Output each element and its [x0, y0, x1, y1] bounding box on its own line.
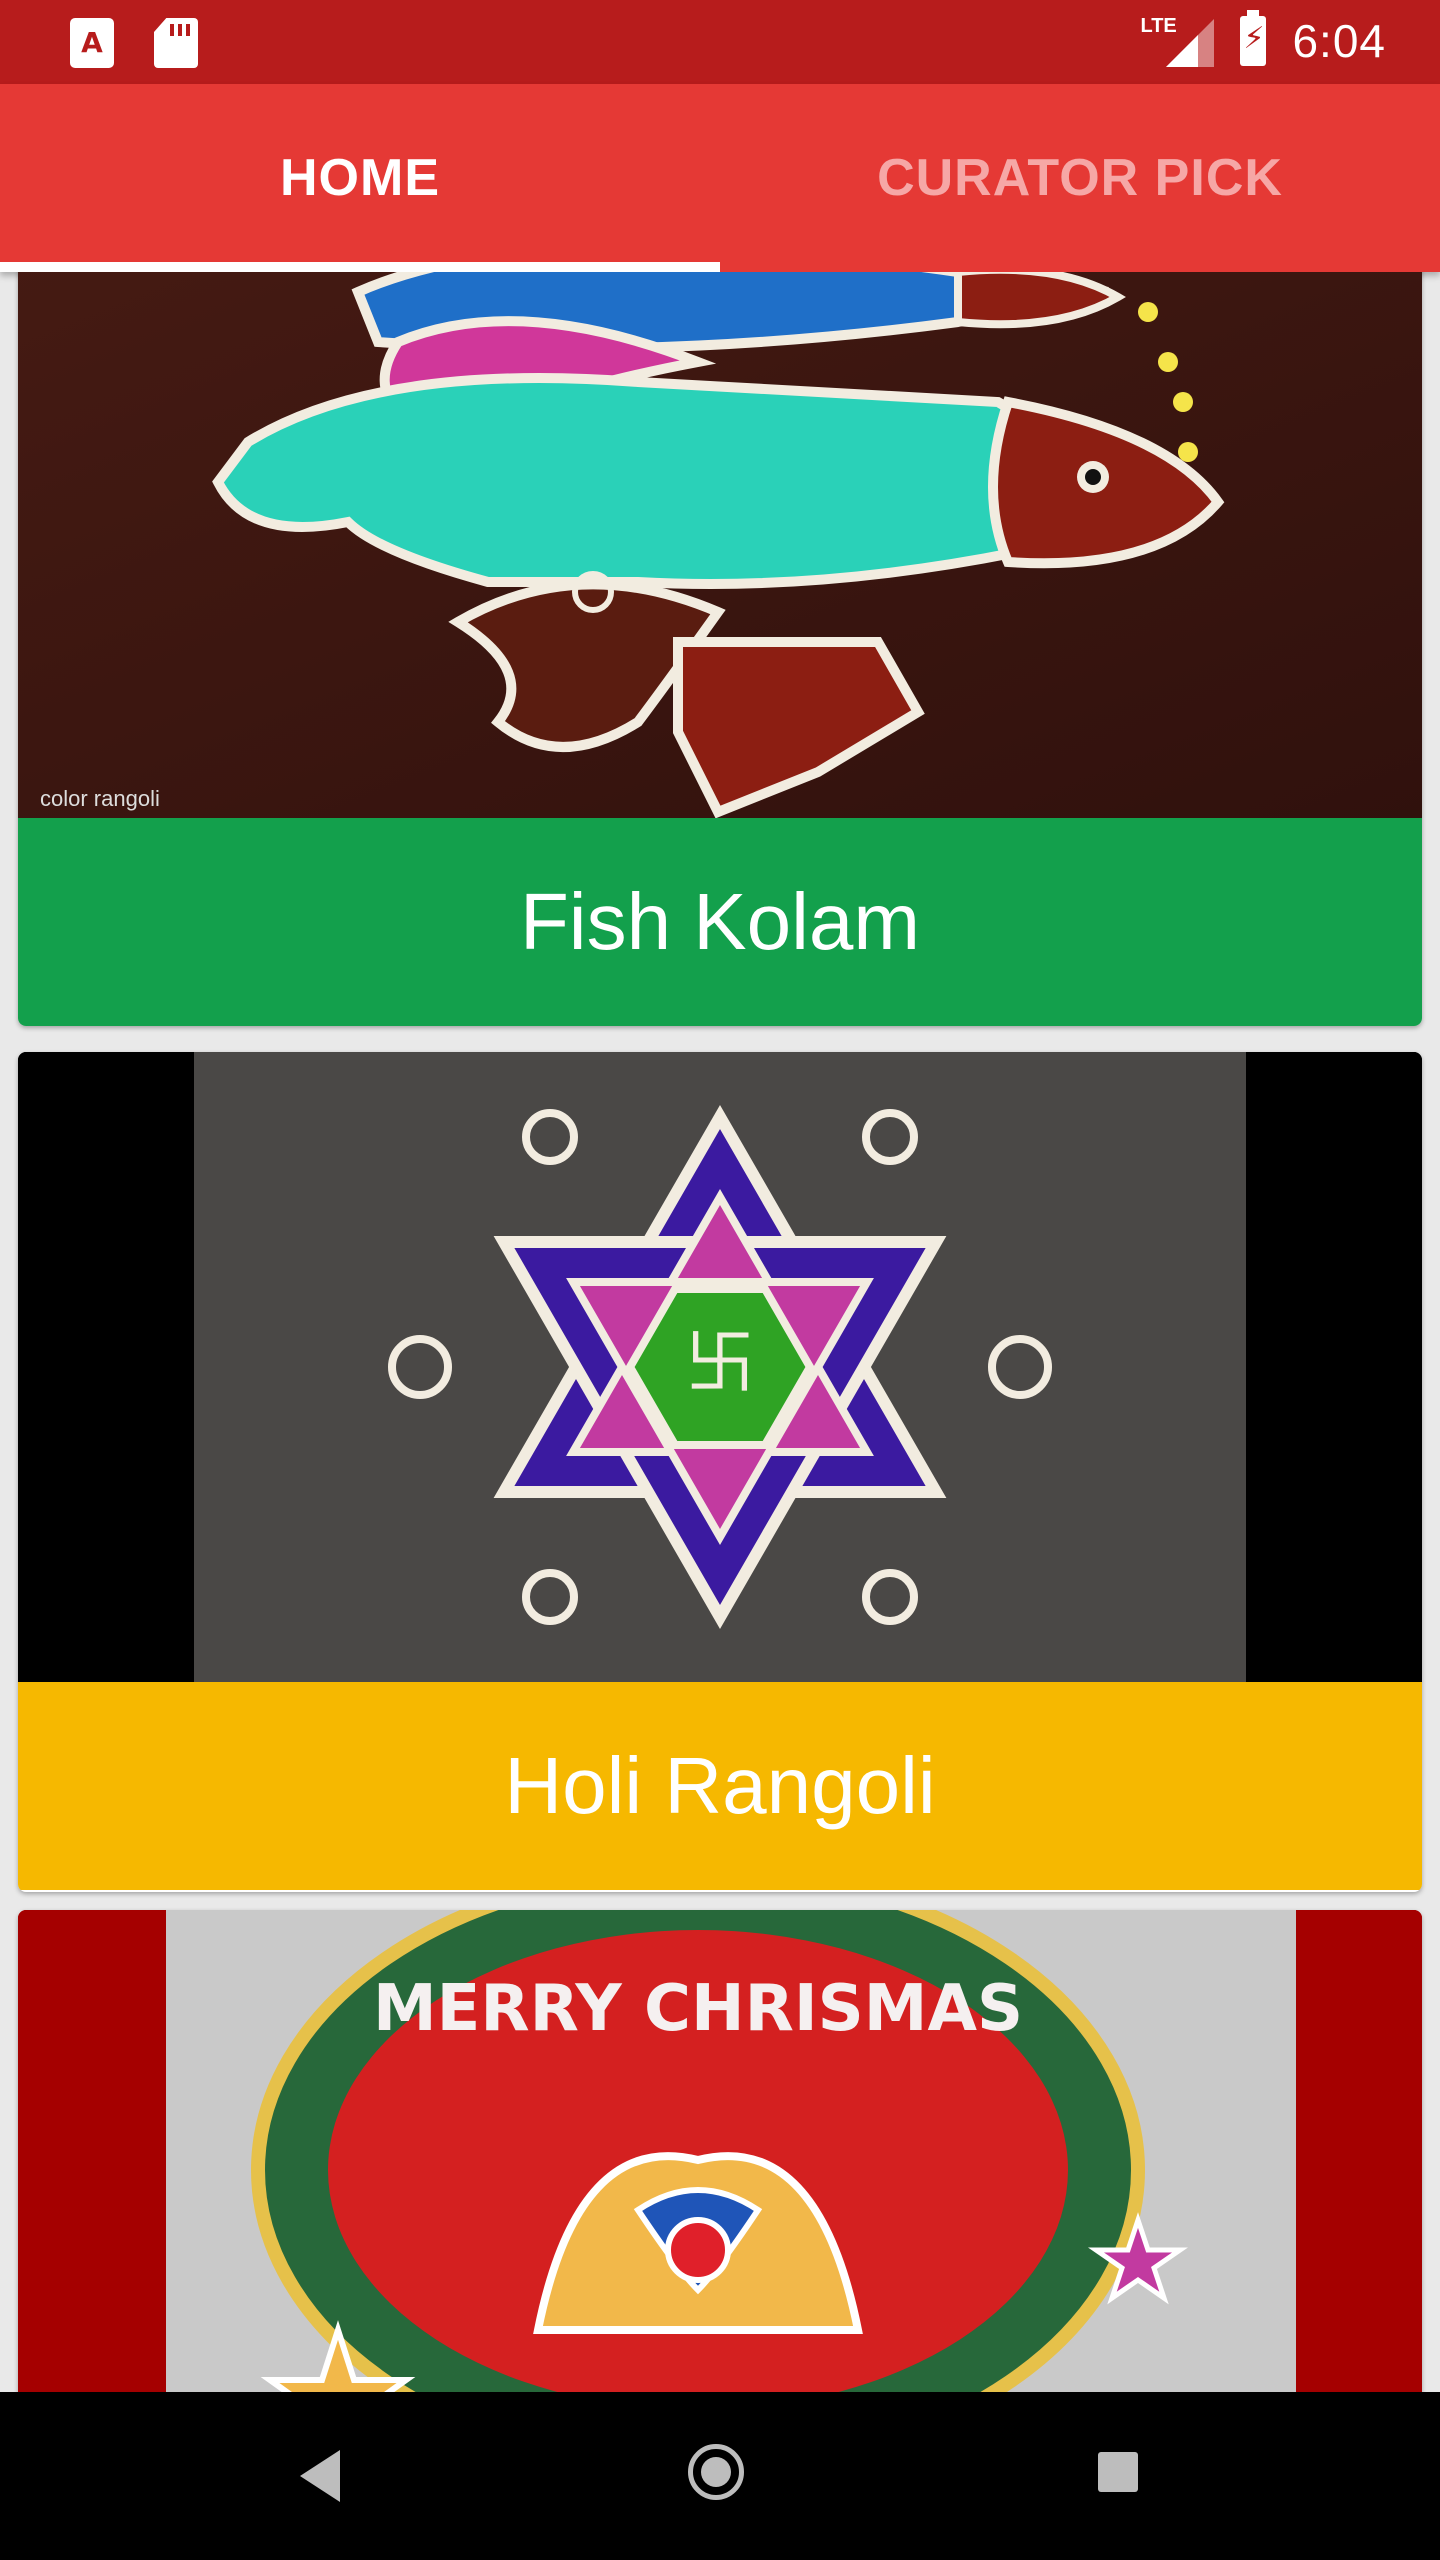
- christmas-image-text: MERRY CHRISMAS: [373, 1972, 1023, 2046]
- christmas-rangoli-image[interactable]: MERRY CHRISMAS: [18, 1910, 1422, 2392]
- clock: 6:04: [1292, 15, 1386, 67]
- text-app-icon: A: [70, 18, 114, 68]
- home-icon[interactable]: [688, 2444, 744, 2500]
- tab-indicator: [0, 262, 720, 272]
- fish-kolam-image[interactable]: color rangoli: [18, 272, 1422, 819]
- signal-icon: LTE: [1140, 15, 1215, 67]
- design-title[interactable]: Holi Rangoli: [18, 1682, 1422, 1890]
- design-card[interactable]: 卐 Holi Rangoli: [18, 1052, 1422, 1892]
- sd-card-icon: [154, 18, 198, 68]
- tab-home[interactable]: HOME: [0, 84, 720, 272]
- design-card[interactable]: MERRY CHRISMAS: [18, 1910, 1422, 2392]
- battery-charging-icon: ⚡: [1240, 10, 1267, 66]
- holi-rangoli-image[interactable]: 卐: [18, 1052, 1422, 1682]
- back-icon[interactable]: [300, 2450, 340, 2502]
- status-bar: A LTE ⚡ 6:04: [0, 0, 1440, 84]
- svg-text:卐: 卐: [685, 1322, 755, 1404]
- navigation-bar: [0, 2392, 1440, 2560]
- design-card[interactable]: color rangoli Fish Kolam: [18, 272, 1422, 1026]
- design-title[interactable]: Fish Kolam: [18, 818, 1422, 1026]
- image-watermark: color rangoli: [40, 786, 160, 811]
- tab-bar: HOME CURATOR PICK: [0, 84, 1440, 272]
- rangoli-feed[interactable]: color rangoli Fish Kolam 卐 Holi Rangoli …: [0, 272, 1440, 2392]
- tab-curator-pick[interactable]: CURATOR PICK: [720, 84, 1440, 272]
- recents-icon[interactable]: [1098, 2452, 1138, 2492]
